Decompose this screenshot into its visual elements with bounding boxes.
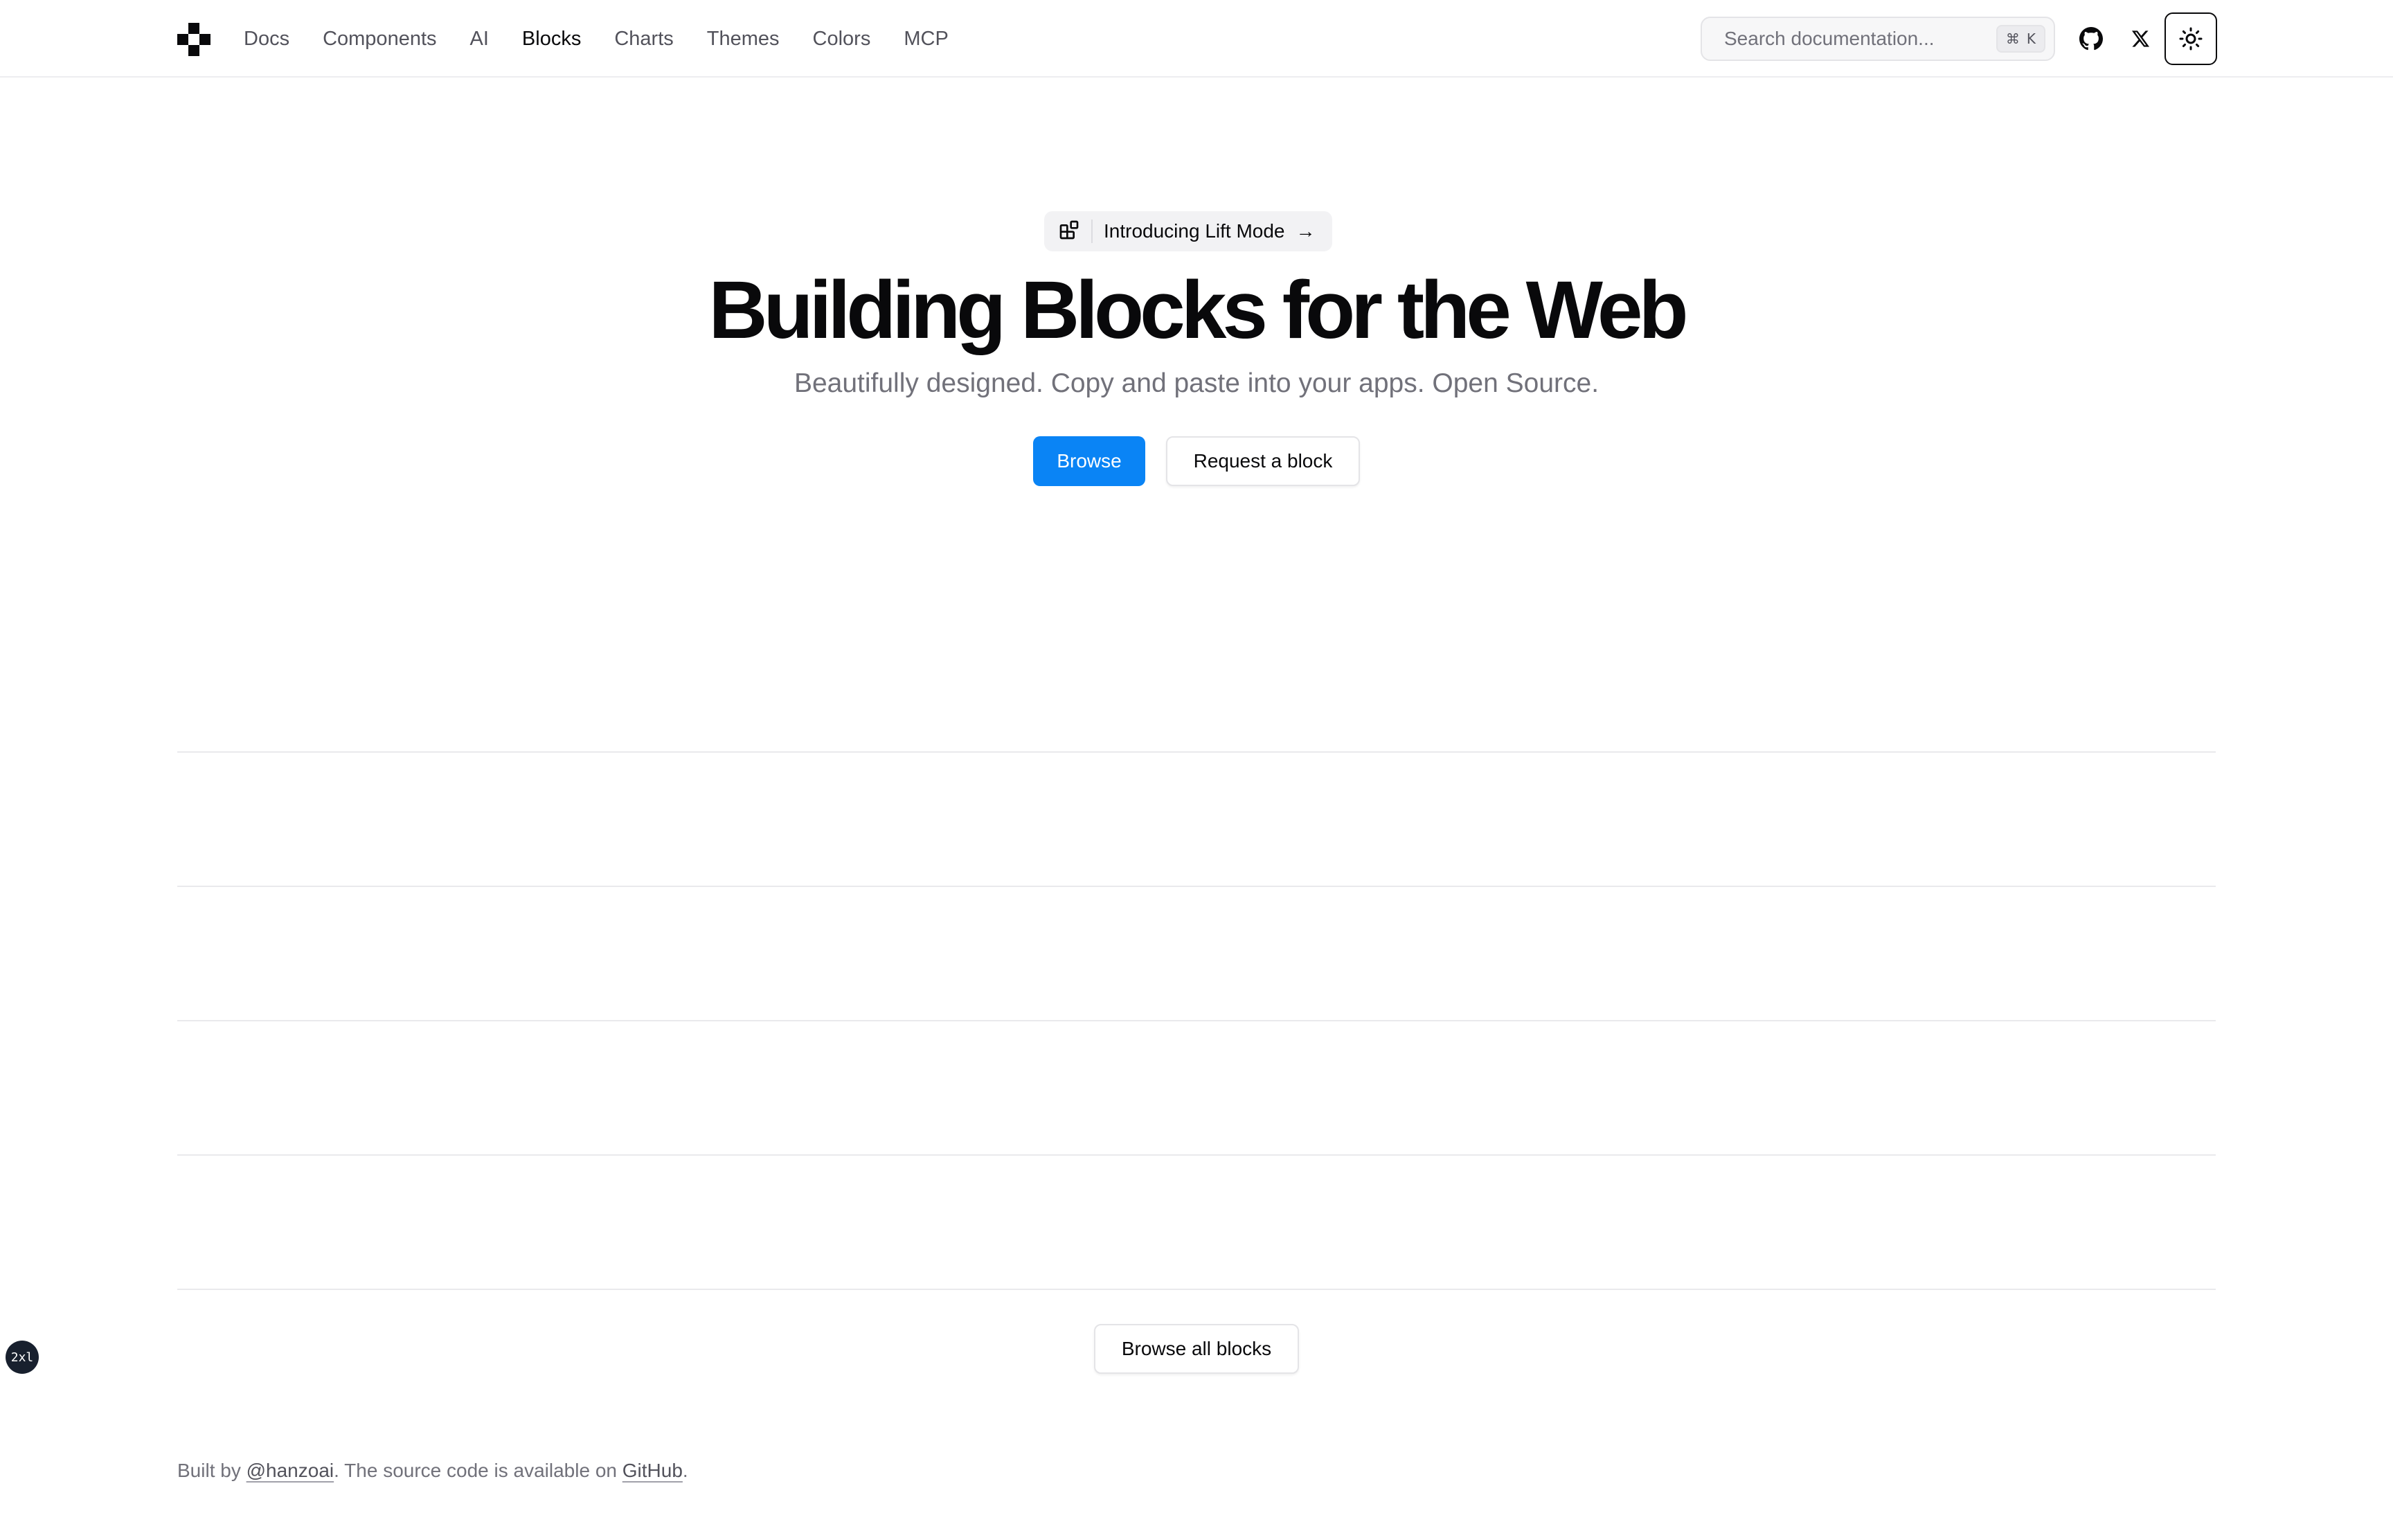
github-link[interactable]: GitHub [622, 1460, 683, 1481]
page-title: Building Blocks for the Web [708, 265, 1688, 356]
sun-icon [2178, 26, 2203, 51]
github-button[interactable] [2069, 17, 2113, 61]
x-button[interactable] [2119, 17, 2163, 61]
breakpoint-indicator: 2xl [6, 1341, 39, 1374]
block-divider [177, 1289, 2216, 1290]
shortcut-key: K [2026, 30, 2036, 47]
block-divider [177, 886, 2216, 887]
logo-icon[interactable] [177, 23, 210, 56]
announcement-text: Introducing Lift Mode [1104, 220, 1285, 242]
site-header: Docs Components AI Blocks Charts Themes … [0, 0, 2393, 78]
author-link[interactable]: @hanzoai [247, 1460, 334, 1481]
nav-item-components[interactable]: Components [323, 28, 436, 51]
x-icon [2131, 29, 2151, 48]
arrow-right-icon: → [1296, 220, 1316, 242]
announcement-link[interactable]: Introducing Lift Mode → [1044, 211, 1332, 251]
nav-item-colors[interactable]: Colors [813, 28, 871, 51]
footer-prefix: Built by [177, 1460, 247, 1481]
command-key-icon: ⌘ [2005, 30, 2020, 47]
blocks-icon [1058, 219, 1080, 244]
nav-item-docs[interactable]: Docs [244, 28, 289, 51]
search-placeholder: Search documentation... [1724, 28, 1935, 49]
request-block-button[interactable]: Request a block [1166, 436, 1360, 486]
nav-item-charts[interactable]: Charts [614, 28, 673, 51]
nav-item-mcp[interactable]: MCP [904, 28, 948, 51]
browse-button[interactable]: Browse [1033, 436, 1145, 486]
github-icon [2079, 27, 2103, 51]
block-divider [177, 1154, 2216, 1156]
site-footer: Built by @hanzoai. The source code is av… [177, 1460, 688, 1482]
main-nav: Docs Components AI Blocks Charts Themes … [244, 0, 949, 78]
footer-suffix: . [682, 1460, 688, 1481]
search-shortcut: ⌘ K [1996, 25, 2045, 53]
nav-item-ai[interactable]: AI [470, 28, 489, 51]
nav-item-themes[interactable]: Themes [707, 28, 780, 51]
announcement-divider [1091, 220, 1093, 243]
footer-middle: . The source code is available on [334, 1460, 622, 1481]
search-input[interactable]: Search documentation... ⌘ K [1701, 17, 2055, 61]
block-divider [177, 1020, 2216, 1021]
page-subtitle: Beautifully designed. Copy and paste int… [794, 368, 1599, 398]
browse-all-blocks-button[interactable]: Browse all blocks [1094, 1324, 1299, 1374]
block-divider [177, 751, 2216, 753]
theme-toggle-button[interactable] [2165, 12, 2217, 65]
nav-item-blocks[interactable]: Blocks [522, 28, 581, 51]
